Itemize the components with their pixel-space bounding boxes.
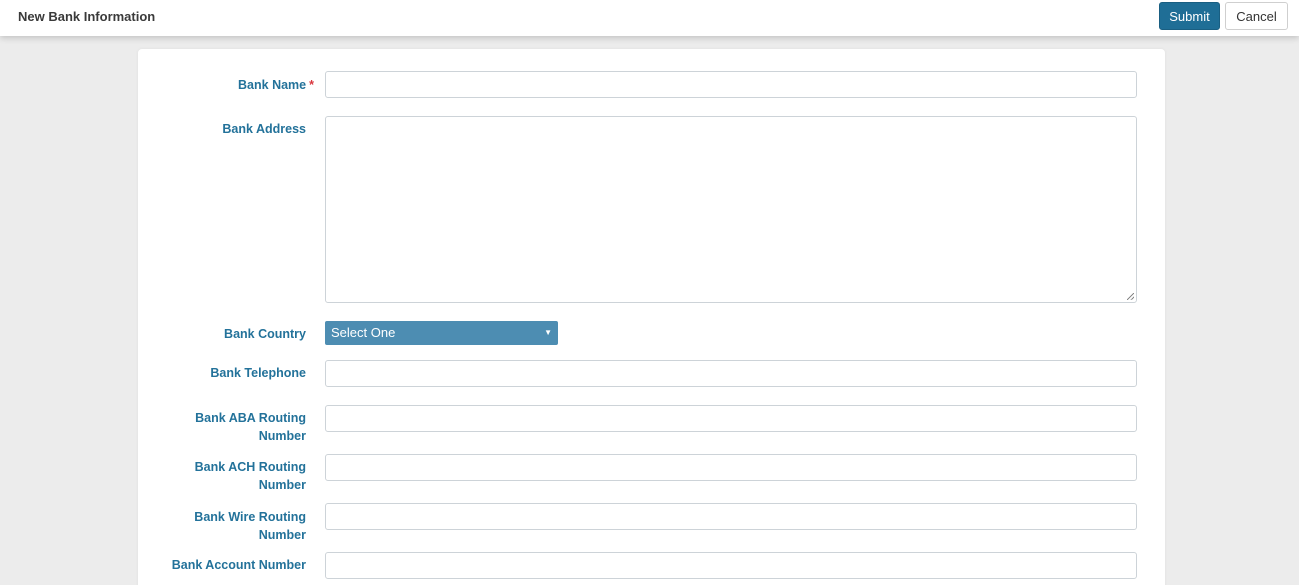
cancel-button[interactable]: Cancel: [1225, 2, 1288, 30]
submit-button[interactable]: Submit: [1159, 2, 1220, 30]
bank-address-label: Bank Address: [222, 122, 306, 136]
bank-country-label: Bank Country: [224, 327, 306, 341]
bank-aba-label-line1: Bank ABA Routing: [195, 411, 306, 425]
bank-address-textarea[interactable]: [325, 116, 1137, 303]
bank-ach-label: Bank ACH Routing Number: [138, 458, 306, 494]
bank-name-label-text: Bank Name: [238, 78, 307, 92]
bank-wire-label: Bank Wire Routing Number: [138, 508, 306, 544]
required-marker: *: [309, 78, 314, 92]
bank-country-selected: Select One: [331, 325, 396, 340]
bank-wire-label-line2: Number: [258, 528, 306, 542]
bank-name-label: Bank Name *: [146, 76, 314, 94]
bank-aba-label: Bank ABA Routing Number: [138, 409, 306, 445]
bank-ach-label-line2: Number: [258, 478, 306, 492]
bank-form-card: Bank Name * Bank Address Bank Country Sel…: [138, 49, 1165, 585]
bank-telephone-input[interactable]: [325, 360, 1137, 387]
bank-wire-label-line1: Bank Wire Routing: [194, 510, 306, 524]
bank-ach-label-line1: Bank ACH Routing: [194, 460, 306, 474]
bank-name-input[interactable]: [325, 71, 1137, 98]
bank-account-input[interactable]: [325, 552, 1137, 579]
top-bar: New Bank Information Submit Cancel: [0, 0, 1299, 36]
caret-down-icon: ▼: [544, 328, 552, 337]
page-title: New Bank Information: [18, 9, 156, 24]
bank-ach-input[interactable]: [325, 454, 1137, 481]
bank-account-label: Bank Account Number: [171, 558, 306, 572]
bank-wire-input[interactable]: [325, 503, 1137, 530]
resize-grip-icon[interactable]: [1127, 293, 1134, 300]
bank-aba-label-line2: Number: [258, 429, 306, 443]
bank-country-select[interactable]: Select One ▼: [325, 321, 558, 345]
bank-aba-input[interactable]: [325, 405, 1137, 432]
bank-telephone-label: Bank Telephone: [210, 366, 306, 380]
